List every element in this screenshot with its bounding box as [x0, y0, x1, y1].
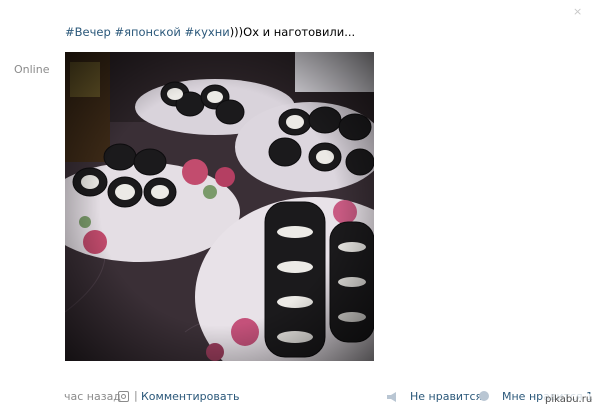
close-icon[interactable]: ×: [573, 6, 582, 17]
post-footer: час назад | Комментировать Не нравится М…: [0, 388, 593, 408]
skull-icon[interactable]: [479, 391, 489, 401]
post-photo[interactable]: [65, 52, 374, 361]
dislike-button[interactable]: Не нравится: [410, 390, 482, 403]
footer-separator: |: [134, 389, 138, 402]
watermark: pikabu.ru: [543, 394, 593, 405]
hashtag-japanese[interactable]: #японской: [114, 25, 180, 39]
post-text-tail: )))Ох и наготовили...: [229, 25, 356, 39]
comment-link[interactable]: Комментировать: [141, 390, 239, 403]
hashtag-cuisine[interactable]: #кухни: [185, 25, 230, 39]
online-status: Online: [14, 63, 50, 76]
hashtag-evening[interactable]: #Вечер: [65, 25, 111, 39]
sushi-photo-illustration: [65, 52, 374, 361]
instagram-icon: [118, 391, 129, 402]
post-time[interactable]: час назад: [64, 390, 121, 403]
post-text: #Вечер #японской #кухни)))Ох и наготовил…: [65, 25, 355, 39]
megaphone-icon[interactable]: [386, 392, 398, 402]
